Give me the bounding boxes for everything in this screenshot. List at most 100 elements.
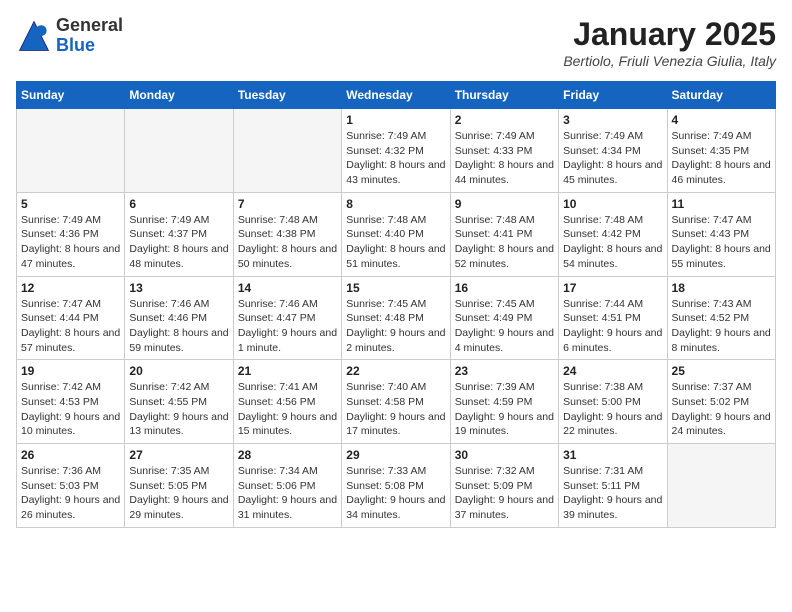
calendar-cell (17, 109, 125, 193)
day-number: 23 (455, 364, 554, 378)
day-info: Sunrise: 7:32 AMSunset: 5:09 PMDaylight:… (455, 464, 554, 523)
calendar-cell: 21 Sunrise: 7:41 AMSunset: 4:56 PMDayligh… (233, 360, 341, 444)
calendar-cell: 17 Sunrise: 7:44 AMSunset: 4:51 PMDayligh… (559, 276, 667, 360)
day-number: 18 (672, 281, 771, 295)
logo-general-text: General (56, 15, 123, 35)
day-number: 31 (563, 448, 662, 462)
page-header: General Blue January 2025 Bertiolo, Friu… (16, 16, 776, 69)
calendar-cell: 31 Sunrise: 7:31 AMSunset: 5:11 PMDayligh… (559, 444, 667, 528)
column-header-sunday: Sunday (17, 82, 125, 109)
column-header-thursday: Thursday (450, 82, 558, 109)
logo-blue-text: Blue (56, 35, 95, 55)
day-info: Sunrise: 7:41 AMSunset: 4:56 PMDaylight:… (238, 380, 337, 439)
day-info: Sunrise: 7:46 AMSunset: 4:46 PMDaylight:… (129, 297, 228, 356)
day-info: Sunrise: 7:35 AMSunset: 5:05 PMDaylight:… (129, 464, 228, 523)
day-info: Sunrise: 7:40 AMSunset: 4:58 PMDaylight:… (346, 380, 445, 439)
location-subtitle: Bertiolo, Friuli Venezia Giulia, Italy (563, 53, 776, 69)
day-info: Sunrise: 7:49 AMSunset: 4:37 PMDaylight:… (129, 213, 228, 272)
column-header-saturday: Saturday (667, 82, 775, 109)
day-number: 12 (21, 281, 120, 295)
day-number: 2 (455, 113, 554, 127)
calendar-cell: 29 Sunrise: 7:33 AMSunset: 5:08 PMDayligh… (342, 444, 450, 528)
day-number: 17 (563, 281, 662, 295)
day-number: 22 (346, 364, 445, 378)
calendar-cell: 9 Sunrise: 7:48 AMSunset: 4:41 PMDaylight… (450, 192, 558, 276)
calendar-cell: 10Sunrise: 7:48 AMSunset: 4:42 PMDayligh… (559, 192, 667, 276)
day-number: 25 (672, 364, 771, 378)
month-title: January 2025 (563, 16, 776, 53)
calendar-cell: 11 Sunrise: 7:47 AMSunset: 4:43 PMDayligh… (667, 192, 775, 276)
calendar-cell: 22 Sunrise: 7:40 AMSunset: 4:58 PMDayligh… (342, 360, 450, 444)
calendar-cell (125, 109, 233, 193)
day-info: Sunrise: 7:49 AMSunset: 4:36 PMDaylight:… (21, 213, 120, 272)
day-number: 14 (238, 281, 337, 295)
day-info: Sunrise: 7:49 AMSunset: 4:35 PMDaylight:… (672, 129, 771, 188)
calendar-cell: 25Sunrise: 7:37 AMSunset: 5:02 PMDayligh… (667, 360, 775, 444)
day-info: Sunrise: 7:49 AMSunset: 4:32 PMDaylight:… (346, 129, 445, 188)
day-info: Sunrise: 7:42 AMSunset: 4:53 PMDaylight:… (21, 380, 120, 439)
day-number: 1 (346, 113, 445, 127)
calendar-cell: 8Sunrise: 7:48 AMSunset: 4:40 PMDaylight… (342, 192, 450, 276)
day-info: Sunrise: 7:39 AMSunset: 4:59 PMDaylight:… (455, 380, 554, 439)
calendar-cell: 16 Sunrise: 7:45 AMSunset: 4:49 PMDayligh… (450, 276, 558, 360)
day-info: Sunrise: 7:45 AMSunset: 4:49 PMDaylight:… (455, 297, 554, 356)
calendar-cell: 6Sunrise: 7:49 AMSunset: 4:37 PMDaylight… (125, 192, 233, 276)
calendar-cell: 24Sunrise: 7:38 AMSunset: 5:00 PMDayligh… (559, 360, 667, 444)
day-number: 19 (21, 364, 120, 378)
calendar-week-row: 5 Sunrise: 7:49 AMSunset: 4:36 PMDaylight… (17, 192, 776, 276)
day-info: Sunrise: 7:31 AMSunset: 5:11 PMDaylight:… (563, 464, 662, 523)
calendar-cell: 2 Sunrise: 7:49 AMSunset: 4:33 PMDaylight… (450, 109, 558, 193)
calendar-cell: 12Sunrise: 7:47 AMSunset: 4:44 PMDayligh… (17, 276, 125, 360)
day-info: Sunrise: 7:48 AMSunset: 4:40 PMDaylight:… (346, 213, 445, 272)
calendar-cell: 19 Sunrise: 7:42 AMSunset: 4:53 PMDayligh… (17, 360, 125, 444)
day-number: 9 (455, 197, 554, 211)
calendar-cell: 18 Sunrise: 7:43 AMSunset: 4:52 PMDayligh… (667, 276, 775, 360)
day-number: 21 (238, 364, 337, 378)
calendar-cell: 23 Sunrise: 7:39 AMSunset: 4:59 PMDayligh… (450, 360, 558, 444)
day-info: Sunrise: 7:49 AMSunset: 4:34 PMDaylight:… (563, 129, 662, 188)
day-number: 13 (129, 281, 228, 295)
day-number: 26 (21, 448, 120, 462)
day-number: 28 (238, 448, 337, 462)
calendar-cell (233, 109, 341, 193)
day-number: 30 (455, 448, 554, 462)
day-number: 5 (21, 197, 120, 211)
day-info: Sunrise: 7:46 AMSunset: 4:47 PMDaylight:… (238, 297, 337, 356)
day-info: Sunrise: 7:48 AMSunset: 4:41 PMDaylight:… (455, 213, 554, 272)
day-info: Sunrise: 7:42 AMSunset: 4:55 PMDaylight:… (129, 380, 228, 439)
day-number: 3 (563, 113, 662, 127)
calendar-cell: 7 Sunrise: 7:48 AMSunset: 4:38 PMDaylight… (233, 192, 341, 276)
day-number: 7 (238, 197, 337, 211)
calendar-cell: 5 Sunrise: 7:49 AMSunset: 4:36 PMDaylight… (17, 192, 125, 276)
logo: General Blue (16, 16, 123, 56)
day-info: Sunrise: 7:48 AMSunset: 4:38 PMDaylight:… (238, 213, 337, 272)
day-info: Sunrise: 7:49 AMSunset: 4:33 PMDaylight:… (455, 129, 554, 188)
day-info: Sunrise: 7:38 AMSunset: 5:00 PMDaylight:… (563, 380, 662, 439)
calendar-cell: 1 Sunrise: 7:49 AMSunset: 4:32 PMDaylight… (342, 109, 450, 193)
day-number: 16 (455, 281, 554, 295)
column-header-wednesday: Wednesday (342, 82, 450, 109)
day-number: 4 (672, 113, 771, 127)
calendar-cell (667, 444, 775, 528)
day-info: Sunrise: 7:33 AMSunset: 5:08 PMDaylight:… (346, 464, 445, 523)
day-number: 27 (129, 448, 228, 462)
calendar-cell: 27 Sunrise: 7:35 AMSunset: 5:05 PMDayligh… (125, 444, 233, 528)
day-info: Sunrise: 7:47 AMSunset: 4:43 PMDaylight:… (672, 213, 771, 272)
day-info: Sunrise: 7:44 AMSunset: 4:51 PMDaylight:… (563, 297, 662, 356)
day-info: Sunrise: 7:48 AMSunset: 4:42 PMDaylight:… (563, 213, 662, 272)
day-info: Sunrise: 7:34 AMSunset: 5:06 PMDaylight:… (238, 464, 337, 523)
calendar-table: SundayMondayTuesdayWednesdayThursdayFrid… (16, 81, 776, 528)
calendar-cell: 30 Sunrise: 7:32 AMSunset: 5:09 PMDayligh… (450, 444, 558, 528)
column-header-friday: Friday (559, 82, 667, 109)
day-number: 15 (346, 281, 445, 295)
calendar-cell: 4 Sunrise: 7:49 AMSunset: 4:35 PMDaylight… (667, 109, 775, 193)
column-header-tuesday: Tuesday (233, 82, 341, 109)
title-area: January 2025 Bertiolo, Friuli Venezia Gi… (563, 16, 776, 69)
day-number: 11 (672, 197, 771, 211)
day-info: Sunrise: 7:36 AMSunset: 5:03 PMDaylight:… (21, 464, 120, 523)
calendar-week-row: 26 Sunrise: 7:36 AMSunset: 5:03 PMDayligh… (17, 444, 776, 528)
calendar-cell: 26 Sunrise: 7:36 AMSunset: 5:03 PMDayligh… (17, 444, 125, 528)
day-info: Sunrise: 7:43 AMSunset: 4:52 PMDaylight:… (672, 297, 771, 356)
calendar-header-row: SundayMondayTuesdayWednesdayThursdayFrid… (17, 82, 776, 109)
day-number: 29 (346, 448, 445, 462)
